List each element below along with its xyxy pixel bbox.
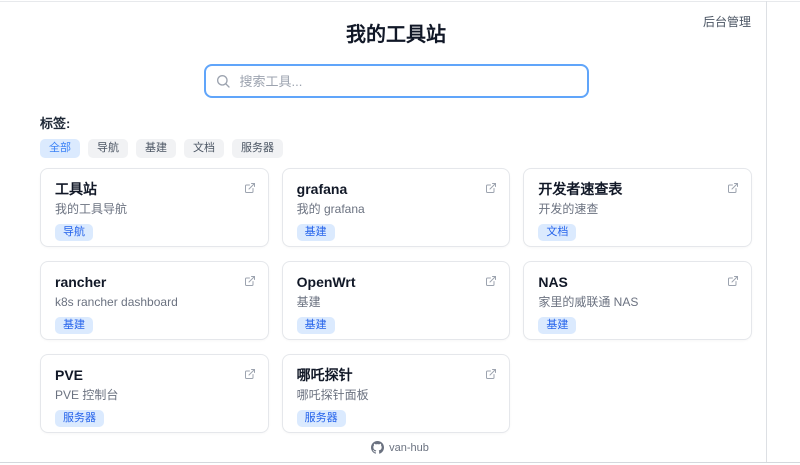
external-link-icon[interactable] xyxy=(485,181,497,193)
external-link-icon[interactable] xyxy=(485,367,497,379)
tag-filter-all[interactable]: 全部 xyxy=(40,139,80,158)
tool-card[interactable]: PVE PVE 控制台 服务器 xyxy=(40,354,269,433)
tag-filter-infra[interactable]: 基建 xyxy=(136,139,176,158)
card-title: 工具站 xyxy=(55,181,97,197)
card-title: 哪吒探针 xyxy=(296,367,353,383)
tool-card[interactable]: NAS 家里的威联通 NAS 基建 xyxy=(523,261,752,340)
footer-link[interactable]: van-hub xyxy=(0,441,800,454)
search-bar xyxy=(203,64,589,98)
card-title: OpenWrt xyxy=(296,274,356,290)
card-tag-badge: 基建 xyxy=(55,317,93,334)
card-description: 哪吒探针面板 xyxy=(296,388,369,402)
card-title: NAS xyxy=(538,274,568,290)
card-tag-badge: 基建 xyxy=(296,317,335,334)
card-tag-badge: 基建 xyxy=(538,317,577,334)
main-content: 我的工具站 标签: 全部 导航 基建 文档 服务器 工具站 xyxy=(40,0,752,433)
tool-card[interactable]: grafana 我的 grafana 基建 xyxy=(281,168,511,247)
page-bottom-border xyxy=(0,462,800,463)
card-tag-badge: 导航 xyxy=(55,224,93,241)
card-tag-badge: 基建 xyxy=(296,224,335,241)
footer-label: van-hub xyxy=(389,441,429,454)
external-link-icon[interactable] xyxy=(485,274,497,286)
card-description: k8s rancher dashboard xyxy=(55,295,178,309)
card-title: 开发者速查表 xyxy=(538,181,623,197)
external-link-icon[interactable] xyxy=(727,274,739,286)
external-link-icon[interactable] xyxy=(244,274,256,286)
external-link-icon[interactable] xyxy=(727,181,739,193)
external-link-icon[interactable] xyxy=(244,181,256,193)
card-title: grafana xyxy=(296,181,348,197)
page-right-border xyxy=(766,1,767,462)
card-description: 家里的威联通 NAS xyxy=(538,295,639,309)
card-description: 我的工具导航 xyxy=(55,202,128,216)
card-description: 开发的速查 xyxy=(538,202,599,216)
tool-card[interactable]: rancher k8s rancher dashboard 基建 xyxy=(40,261,269,340)
tool-card[interactable]: OpenWrt 基建 基建 xyxy=(281,261,511,340)
card-tag-badge: 文档 xyxy=(538,224,577,241)
page-title: 我的工具站 xyxy=(346,24,446,46)
card-description: 我的 grafana xyxy=(296,202,365,216)
tool-cards-grid: 工具站 我的工具导航 导航 grafana 我的 grafana 基建 开发者速… xyxy=(40,168,752,433)
tags-row: 全部 导航 基建 文档 服务器 xyxy=(40,139,752,158)
card-title: PVE xyxy=(55,367,84,383)
tag-filter-nav[interactable]: 导航 xyxy=(88,139,128,158)
tool-card[interactable]: 哪吒探针 哪吒探针面板 服务器 xyxy=(281,354,511,433)
card-description: 基建 xyxy=(296,295,321,309)
card-title: rancher xyxy=(55,274,107,290)
card-description: PVE 控制台 xyxy=(55,388,119,402)
tool-card[interactable]: 开发者速查表 开发的速查 文档 xyxy=(523,168,752,247)
tag-filter-server[interactable]: 服务器 xyxy=(232,139,283,158)
external-link-icon[interactable] xyxy=(244,367,256,379)
tool-card[interactable]: 工具站 我的工具导航 导航 xyxy=(40,168,269,247)
card-tag-badge: 服务器 xyxy=(55,410,104,427)
tags-label: 标签: xyxy=(40,116,71,131)
search-input[interactable] xyxy=(203,64,589,98)
tag-filter-docs[interactable]: 文档 xyxy=(184,139,224,158)
card-tag-badge: 服务器 xyxy=(296,410,346,427)
github-icon xyxy=(371,441,385,454)
